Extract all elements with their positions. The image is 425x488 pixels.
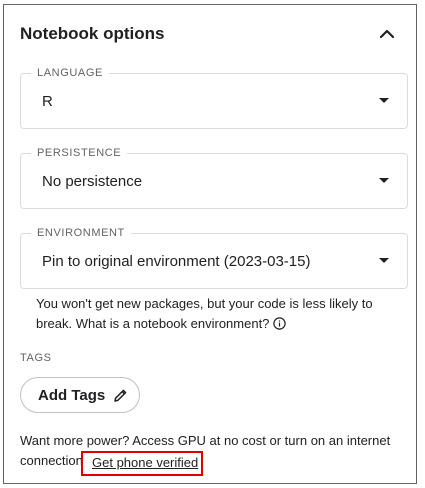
gpu-promo-text: Want more power? Access GPU at no cost o…	[20, 433, 391, 448]
chevron-up-icon	[379, 29, 395, 39]
environment-helper-label: You won't get new packages, but your cod…	[36, 296, 373, 331]
panel-header: Notebook options	[20, 23, 400, 47]
tags-label: TAGS	[20, 352, 52, 364]
persistence-select[interactable]: PERSISTENCE No persistence	[20, 146, 408, 209]
environment-value: Pin to original environment (2023-03-15)	[42, 253, 311, 270]
get-phone-verified-label: Get phone verified	[92, 455, 199, 470]
language-select[interactable]: LANGUAGE R	[20, 66, 408, 129]
arrow-drop-down-icon	[379, 258, 389, 263]
persistence-value: No persistence	[42, 173, 143, 190]
collapse-button[interactable]	[374, 21, 400, 47]
arrow-drop-down-icon	[379, 98, 389, 103]
arrow-drop-down-icon	[379, 178, 389, 183]
persistence-label: PERSISTENCE	[31, 146, 128, 160]
environment-select[interactable]: ENVIRONMENT Pin to original environment …	[20, 226, 408, 289]
gpu-promo-text-continued: connection.	[20, 453, 82, 468]
environment-label: ENVIRONMENT	[31, 226, 131, 240]
panel-title: Notebook options	[20, 24, 165, 43]
language-value: R	[42, 93, 53, 110]
language-label: LANGUAGE	[31, 66, 109, 80]
add-tags-button[interactable]: Add Tags	[20, 377, 140, 413]
notebook-options-panel: Notebook options LANGUAGE R PERSISTENCE …	[3, 4, 417, 484]
environment-helper-text: You won't get new packages, but your cod…	[36, 294, 396, 336]
get-phone-verified-link[interactable]: Get phone verified	[81, 451, 203, 476]
pencil-icon	[113, 388, 128, 403]
add-tags-label: Add Tags	[38, 386, 106, 404]
info-icon[interactable]	[273, 316, 287, 336]
